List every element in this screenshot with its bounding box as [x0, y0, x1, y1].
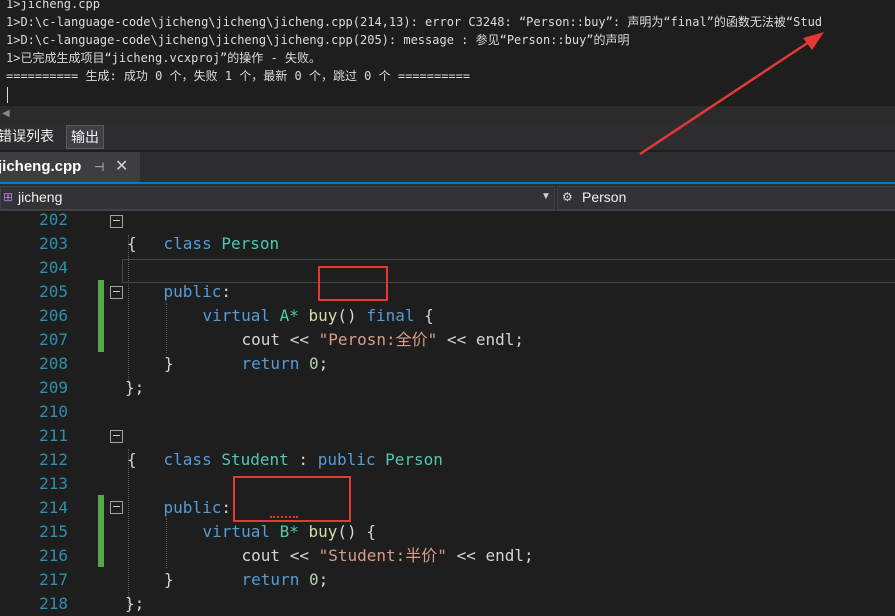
- close-icon[interactable]: ✕: [115, 156, 128, 176]
- change-marker: [98, 495, 104, 567]
- fold-toggle-icon[interactable]: −: [110, 501, 123, 514]
- project-icon: ⊞: [3, 190, 14, 204]
- line-number: 205: [39, 282, 68, 301]
- code-line: class Person: [125, 208, 280, 253]
- output-line-error: 1>D:\c-language-code\jicheng\jicheng\jic…: [6, 15, 823, 29]
- code-keyword: return: [241, 570, 300, 589]
- line-number: 213: [39, 474, 68, 493]
- code-punctuation: :: [288, 450, 318, 469]
- code-line: }: [164, 354, 174, 373]
- document-tab[interactable]: jicheng.cpp ⊣ ✕: [0, 152, 140, 182]
- code-editor[interactable]: 202 203 204 205 206 207 208 209 210 211 …: [0, 208, 895, 613]
- line-number: 209: [39, 378, 68, 397]
- fold-toggle-icon[interactable]: −: [110, 215, 123, 228]
- change-marker: [98, 280, 104, 352]
- line-number: 210: [39, 402, 68, 421]
- code-line: };: [125, 378, 145, 397]
- code-type: Person: [385, 450, 443, 469]
- class-icon: ⚙: [562, 190, 573, 204]
- code-text: << endl;: [446, 546, 534, 565]
- code-line: class Student : public Person: [125, 424, 443, 469]
- line-number: 206: [39, 306, 68, 325]
- code-punctuation: ;: [318, 570, 329, 589]
- code-line: };: [125, 594, 145, 613]
- code-keyword: class: [163, 450, 212, 469]
- code-number: 0: [308, 570, 319, 589]
- code-line: return 0;: [203, 544, 329, 589]
- line-number: 202: [39, 210, 68, 229]
- navigation-bar: ⊞ jicheng ▼ ⚙ Person: [0, 184, 895, 211]
- code-line: public:: [125, 472, 231, 517]
- line-number: 212: [39, 450, 68, 469]
- class-dropdown-label: Person: [582, 189, 627, 205]
- code-line: }: [164, 570, 174, 589]
- line-number: 203: [39, 234, 68, 253]
- line-number: 215: [39, 522, 68, 541]
- project-dropdown-label: jicheng: [18, 189, 63, 205]
- code-line: {: [127, 450, 137, 469]
- line-number: 216: [39, 546, 68, 565]
- line-number: 217: [39, 570, 68, 589]
- code-type: Person: [221, 234, 280, 253]
- tab-output[interactable]: 输出: [66, 125, 104, 149]
- pin-icon[interactable]: ⊣: [94, 160, 104, 174]
- chevron-down-icon[interactable]: ▼: [541, 191, 551, 202]
- line-number: 204: [39, 258, 68, 277]
- code-text: << endl;: [437, 330, 524, 349]
- line-number: 208: [39, 354, 68, 373]
- code-string: "Perosn:全价": [318, 330, 438, 349]
- code-punctuation: ;: [318, 354, 329, 373]
- annotation-box-final: [318, 266, 388, 301]
- output-line-result: 1>已完成生成项目“jicheng.vcxproj”的操作 - 失败。: [6, 51, 321, 65]
- output-panel: 1>jicheng.cpp 1>D:\c-language-code\jiche…: [0, 0, 895, 106]
- error-squiggle: [270, 513, 298, 518]
- code-keyword: return: [241, 354, 300, 373]
- code-line: {: [127, 234, 137, 253]
- code-line: cout << "Student:半价" << endl;: [203, 520, 534, 565]
- panel-tab-strip: 错误列表 输出: [0, 122, 895, 152]
- code-number: 0: [308, 354, 319, 373]
- fold-toggle-icon[interactable]: −: [110, 286, 123, 299]
- output-line-message: 1>D:\c-language-code\jicheng\jicheng\jic…: [6, 33, 630, 47]
- line-number: 207: [39, 330, 68, 349]
- scroll-left-icon[interactable]: ◀: [2, 108, 10, 119]
- horizontal-scrollbar[interactable]: ◀: [0, 106, 895, 122]
- project-dropdown[interactable]: ⊞ jicheng ▼: [0, 186, 555, 210]
- code-keyword: public: [317, 450, 376, 469]
- document-tab-bar: jicheng.cpp ⊣ ✕: [0, 152, 895, 184]
- tab-error-list[interactable]: 错误列表: [0, 125, 58, 147]
- line-number: 211: [39, 426, 68, 445]
- code-string: "Student:半价": [318, 546, 447, 565]
- text-cursor: [7, 87, 8, 103]
- line-number: 218: [39, 594, 68, 613]
- code-line: cout << "Perosn:全价" << endl;: [203, 304, 524, 349]
- code-line: public:: [125, 256, 231, 301]
- output-line: 1>jicheng.cpp: [6, 0, 100, 11]
- class-dropdown[interactable]: ⚙ Person: [557, 186, 895, 210]
- line-number: 214: [39, 498, 68, 517]
- code-line: return 0;: [203, 328, 329, 373]
- code-line: virtual A* buy() final {: [164, 280, 434, 325]
- document-tab-label: jicheng.cpp: [0, 158, 82, 175]
- code-type: Student: [221, 450, 289, 469]
- output-line-summary: ========== 生成: 成功 0 个，失败 1 个，最新 0 个，跳过 0…: [6, 69, 471, 83]
- code-keyword: class: [163, 234, 212, 253]
- fold-toggle-icon[interactable]: −: [110, 430, 123, 443]
